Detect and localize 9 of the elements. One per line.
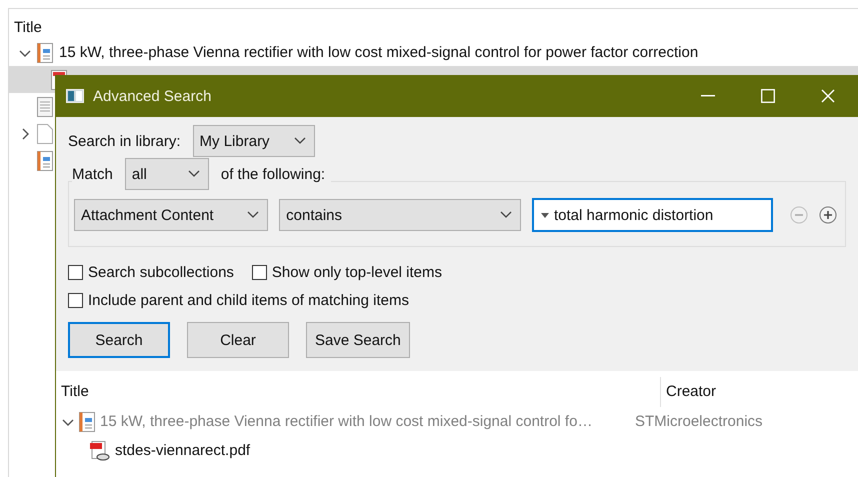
checkbox-label: Show only top-level items — [272, 264, 442, 281]
item-title: 15 kW, three-phase Vienna rectifier with low cost mixed-signal control for power factor correction — [59, 44, 698, 61]
window-title: Advanced Search — [93, 88, 212, 104]
checkbox-label: Search subcollections — [88, 264, 234, 281]
result-creator: STMicroelectronics — [635, 413, 763, 430]
checkbox-label: Include parent and child items of matching items — [88, 292, 409, 309]
library-label: Search in library: — [68, 132, 181, 150]
match-label: Match — [72, 166, 113, 182]
match-suffix: of the following: — [220, 166, 326, 182]
